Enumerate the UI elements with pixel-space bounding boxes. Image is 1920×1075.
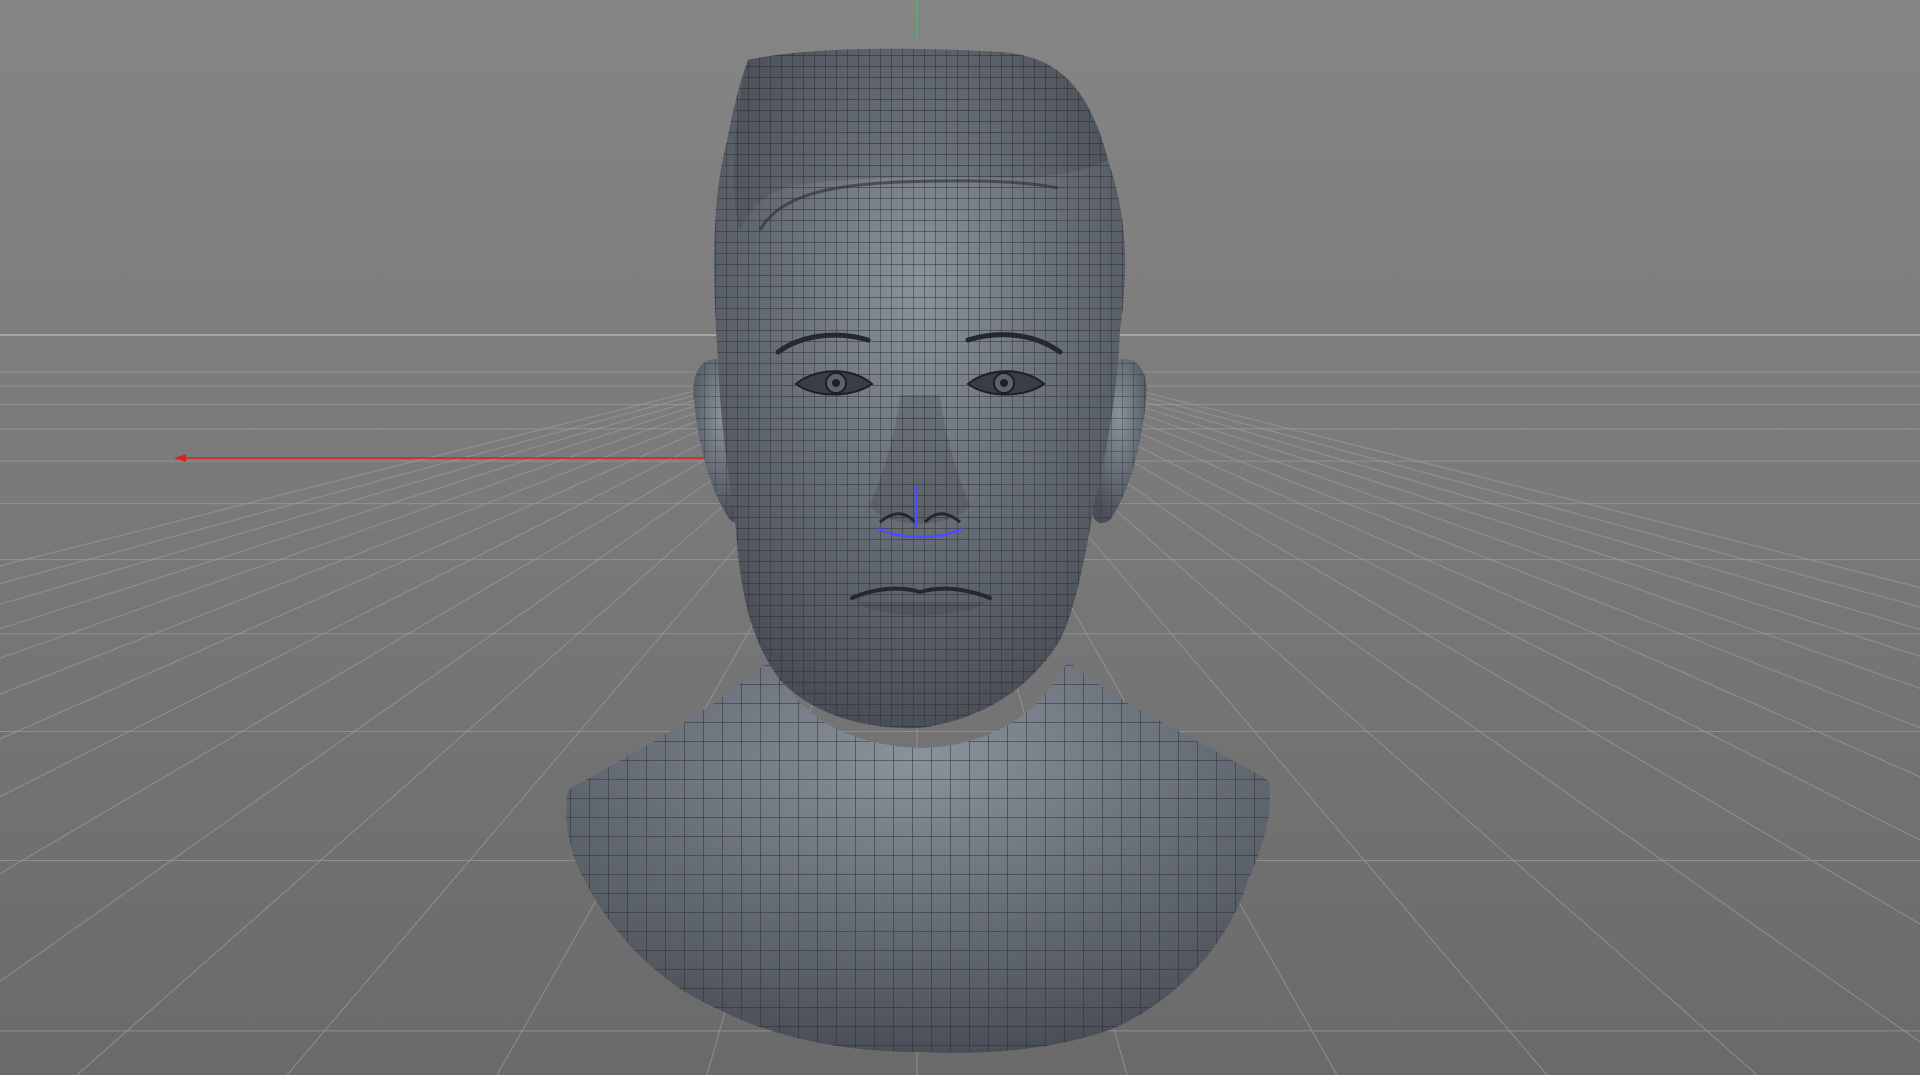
viewport-canvas[interactable] (0, 0, 1920, 1075)
3d-viewport[interactable] (0, 0, 1920, 1075)
